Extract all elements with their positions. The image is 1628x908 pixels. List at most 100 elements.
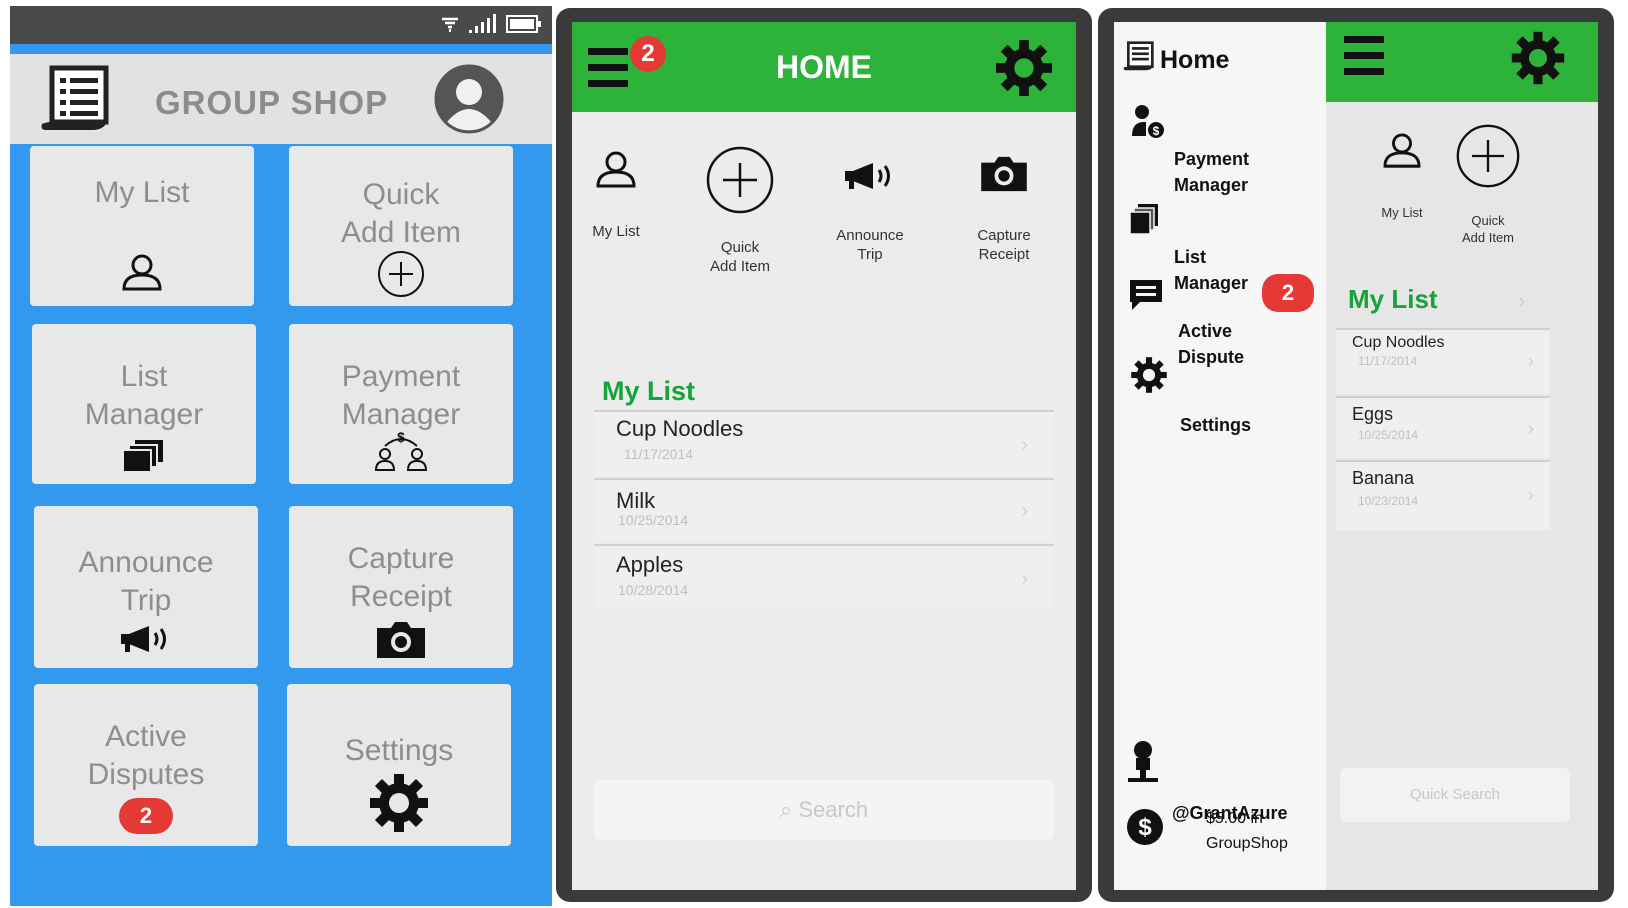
list-item[interactable]: Banana 10/23/2014 › [1336,460,1550,530]
camera-icon [981,156,1027,192]
search-placeholder: Quick Search [1409,786,1501,803]
user-icon [1383,133,1421,168]
quick-action-label: Capture Receipt [977,227,1031,263]
drawer-item-settings[interactable]: Settings [1114,354,1326,435]
chat-icon [1130,280,1162,310]
list-scroll-icon [1123,41,1154,71]
disputes-count-badge: 2 [119,798,173,834]
dollar-coin-icon: $ [1127,809,1163,845]
quick-action-quick-add-item[interactable]: Quick Add Item [1446,106,1530,246]
group-shop-home-screen: GROUP SHOP My List Quick Add Item List M… [10,6,552,906]
svg-text:$: $ [397,432,405,445]
tile-label: Announce Trip [78,546,214,617]
item-name: Apples [616,552,684,577]
drawer-title[interactable]: Home [1160,46,1229,75]
drawer-item-label: Settings [1180,415,1252,435]
home-screen: 2 HOME My List Quick Add Item Announce T… [572,22,1076,890]
signal-icon [469,14,496,33]
tile-active-disputes[interactable]: Active Disputes 2 [34,684,258,846]
item-name: Milk [616,488,656,513]
svg-text:$: $ [1138,814,1152,841]
tile-label: Payment Manager [341,360,461,431]
gear-icon[interactable] [994,38,1054,98]
quick-action-quick-add-item[interactable]: Quick Add Item [698,126,782,276]
list-item[interactable]: Eggs 10/25/2014 › [1336,396,1550,458]
list-scroll-icon [41,65,109,130]
tile-capture-receipt[interactable]: Capture Receipt [289,506,513,668]
list-item[interactable]: Apples 10/28/2014 › [594,544,1054,608]
search-icon: ⌕ [779,797,799,822]
battery-icon [506,15,541,33]
tile-quick-add-item[interactable]: Quick Add Item [289,146,513,306]
payment-transfer-icon: $ [374,432,428,471]
my-list-heading[interactable]: My List [602,376,695,407]
balance-link[interactable]: $ $5.00 in GroupShop [1114,802,1326,872]
item-date: 10/28/2014 [618,582,689,598]
quick-action-label: Quick Add Item [709,239,771,275]
phone-frame-drawer: My List Quick Add Item My List › Cup Noo… [1098,8,1614,902]
my-list-heading[interactable]: My List [1348,284,1438,315]
drawer-item-payment-manager[interactable]: $ Payment Manager [1114,94,1326,195]
stack-icon [1130,204,1158,235]
quick-action-label: Quick Add Item [1461,213,1515,245]
user-icon [122,254,162,291]
tile-announce-trip[interactable]: Announce Trip [34,506,258,668]
balance-text: $5.00 in GroupShop [1206,810,1288,852]
tile-settings[interactable]: Settings [287,684,511,846]
gear-icon[interactable] [1510,30,1566,86]
avatar[interactable] [434,64,504,134]
item-name: Cup Noodles [1352,334,1445,351]
user-silhouette-icon [1128,741,1158,782]
chevron-right-icon: › [1021,434,1028,456]
quick-action-capture-receipt[interactable]: Capture Receipt [956,136,1052,264]
item-date: 10/23/2014 [1358,494,1419,508]
home-header: 2 HOME [572,22,1076,112]
phone-frame-home: 2 HOME My List Quick Add Item Announce T… [556,8,1092,902]
tile-label: Capture Receipt [347,542,455,613]
quick-action-my-list[interactable]: My List [576,132,656,241]
tile-label: List Manager [84,360,204,431]
plus-circle-icon [378,251,424,297]
tile-label: Settings [344,734,454,767]
item-name: Banana [1352,468,1415,488]
tile-label: Active Disputes [87,720,205,791]
navigation-drawer: Home $ Payment Manager List Manager Acti… [1114,22,1326,890]
quick-action-label: Announce Trip [836,227,904,263]
stack-icon [123,440,163,473]
search-input[interactable]: ⌕ Search [594,780,1054,840]
camera-icon [377,622,425,658]
chevron-right-icon: › [1527,350,1534,372]
tile-label: My List [94,176,190,209]
payment-user-icon: $ [1132,105,1164,138]
tile-list-manager[interactable]: List Manager [32,324,256,484]
megaphone-icon [121,626,166,652]
user-profile-link[interactable]: @GrantAzure [1114,740,1326,823]
chevron-right-icon: › [1527,484,1534,506]
quick-action-my-list[interactable]: My List [1362,116,1442,221]
list-item[interactable]: Milk 10/25/2014 › [594,478,1054,542]
tile-payment-manager[interactable]: Payment Manager $ [289,324,513,484]
drawer-item-list-manager[interactable]: List Manager [1114,192,1326,293]
item-date: 10/25/2014 [618,512,689,528]
search-input[interactable]: Quick Search [1340,768,1570,822]
item-date: 10/25/2014 [1358,428,1419,442]
app-title: GROUP SHOP [155,84,389,121]
home-header [1326,22,1598,102]
quick-action-label: My List [592,223,640,240]
list-item[interactable]: Cup Noodles 11/17/2014 › [1336,328,1550,394]
item-name: Eggs [1352,404,1394,424]
chevron-right-icon: › [1527,418,1534,440]
item-date: 11/17/2014 [624,446,694,462]
search-placeholder: Search [798,797,869,822]
plus-circle-icon [706,146,774,214]
quick-action-announce-trip[interactable]: Announce Trip [822,142,918,264]
quick-action-label: My List [1381,205,1423,220]
tile-my-list[interactable]: My List [30,146,254,306]
svg-text:$: $ [1153,124,1160,138]
wifi-icon [442,17,458,32]
hamburger-menu-icon[interactable] [1344,34,1388,78]
item-name: Cup Noodles [616,416,744,441]
megaphone-icon [845,163,890,189]
status-bar [10,6,552,44]
list-item[interactable]: Cup Noodles 11/17/2014 › [594,410,1054,476]
